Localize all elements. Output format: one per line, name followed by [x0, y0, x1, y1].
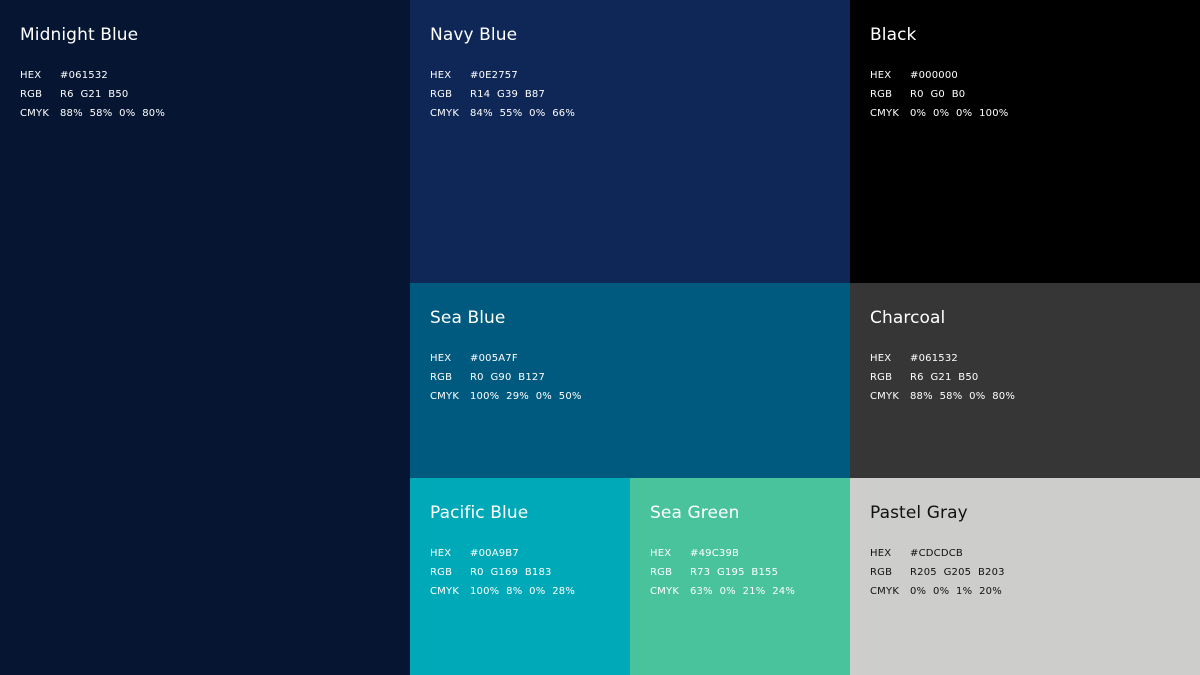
hex-value: #061532	[60, 70, 108, 81]
swatch-sea-green: Sea Green HEX #49C39B RGB R73 G195 B155 …	[630, 478, 850, 675]
rgb-value: R0 G90 B127	[470, 372, 546, 383]
cmyk-row: CMYK 88% 58% 0% 80%	[20, 104, 390, 123]
hex-label: HEX	[650, 548, 672, 559]
cmyk-row: CMYK 100% 29% 0% 50%	[430, 387, 830, 406]
cmyk-row: CMYK 63% 0% 21% 24%	[650, 582, 830, 601]
hex-label: HEX	[870, 353, 892, 364]
swatch-midnight-blue: Midnight Blue HEX #061532 RGB R6 G21 B50…	[0, 0, 410, 675]
rgb-row: RGB R73 G195 B155	[650, 563, 830, 582]
cmyk-label: CMYK	[430, 108, 460, 119]
cmyk-value: 88% 58% 0% 80%	[910, 391, 1016, 402]
hex-row: HEX #061532	[870, 349, 1180, 368]
rgb-row: RGB R205 G205 B203	[870, 563, 1180, 582]
rgb-label: RGB	[870, 372, 893, 383]
rgb-label: RGB	[870, 567, 893, 578]
rgb-row: RGB R14 G39 B87	[430, 85, 830, 104]
hex-label: HEX	[430, 70, 452, 81]
rgb-value: R0 G169 B183	[470, 567, 552, 578]
cmyk-label: CMYK	[870, 586, 900, 597]
hex-label: HEX	[20, 70, 42, 81]
hex-label: HEX	[870, 70, 892, 81]
hex-row: HEX #49C39B	[650, 544, 830, 563]
rgb-row: RGB R6 G21 B50	[870, 368, 1180, 387]
cmyk-row: CMYK 0% 0% 1% 20%	[870, 582, 1180, 601]
cmyk-row: CMYK 0% 0% 0% 100%	[870, 104, 1180, 123]
cmyk-row: CMYK 88% 58% 0% 80%	[870, 387, 1180, 406]
swatch-charcoal: Charcoal HEX #061532 RGB R6 G21 B50 CMYK…	[850, 283, 1200, 478]
hex-row: HEX #00A9B7	[430, 544, 610, 563]
cmyk-label: CMYK	[20, 108, 50, 119]
cmyk-value: 84% 55% 0% 66%	[470, 108, 576, 119]
cmyk-value: 100% 29% 0% 50%	[470, 391, 582, 402]
swatch-name: Pacific Blue	[430, 503, 529, 523]
swatch-navy-blue: Navy Blue HEX #0E2757 RGB R14 G39 B87 CM…	[410, 0, 850, 283]
hex-value: #005A7F	[470, 353, 518, 364]
swatch-name: Charcoal	[870, 308, 946, 328]
rgb-row: RGB R0 G169 B183	[430, 563, 610, 582]
swatch-name: Pastel Gray	[870, 503, 968, 523]
rgb-label: RGB	[430, 567, 453, 578]
hex-value: #0E2757	[470, 70, 518, 81]
cmyk-label: CMYK	[870, 391, 900, 402]
rgb-value: R73 G195 B155	[690, 567, 779, 578]
rgb-value: R6 G21 B50	[910, 372, 979, 383]
swatch-name: Sea Blue	[430, 308, 506, 328]
cmyk-value: 88% 58% 0% 80%	[60, 108, 166, 119]
swatch-name: Black	[870, 25, 917, 45]
rgb-row: RGB R0 G90 B127	[430, 368, 830, 387]
rgb-value: R0 G0 B0	[910, 89, 966, 100]
color-palette: Midnight Blue HEX #061532 RGB R6 G21 B50…	[0, 0, 1200, 675]
hex-label: HEX	[870, 548, 892, 559]
cmyk-label: CMYK	[430, 586, 460, 597]
rgb-value: R205 G205 B203	[910, 567, 1005, 578]
hex-row: HEX #005A7F	[430, 349, 830, 368]
hex-row: HEX #CDCDCB	[870, 544, 1180, 563]
hex-row: HEX #0E2757	[430, 66, 830, 85]
hex-value: #CDCDCB	[910, 548, 963, 559]
hex-value: #000000	[910, 70, 958, 81]
rgb-row: RGB R6 G21 B50	[20, 85, 390, 104]
cmyk-value: 0% 0% 1% 20%	[910, 586, 1002, 597]
swatch-pastel-gray: Pastel Gray HEX #CDCDCB RGB R205 G205 B2…	[850, 478, 1200, 675]
rgb-label: RGB	[870, 89, 893, 100]
cmyk-label: CMYK	[430, 391, 460, 402]
cmyk-value: 0% 0% 0% 100%	[910, 108, 1009, 119]
rgb-row: RGB R0 G0 B0	[870, 85, 1180, 104]
hex-value: #061532	[910, 353, 958, 364]
hex-row: HEX #000000	[870, 66, 1180, 85]
cmyk-value: 100% 8% 0% 28%	[470, 586, 576, 597]
swatch-pacific-blue: Pacific Blue HEX #00A9B7 RGB R0 G169 B18…	[410, 478, 630, 675]
rgb-label: RGB	[20, 89, 43, 100]
swatch-name: Midnight Blue	[20, 25, 139, 45]
rgb-label: RGB	[430, 89, 453, 100]
swatch-name: Sea Green	[650, 503, 740, 523]
rgb-label: RGB	[650, 567, 673, 578]
hex-row: HEX #061532	[20, 66, 390, 85]
swatch-black: Black HEX #000000 RGB R0 G0 B0 CMYK 0% 0…	[850, 0, 1200, 283]
cmyk-row: CMYK 84% 55% 0% 66%	[430, 104, 830, 123]
hex-value: #00A9B7	[470, 548, 519, 559]
hex-label: HEX	[430, 353, 452, 364]
rgb-value: R14 G39 B87	[470, 89, 546, 100]
hex-value: #49C39B	[690, 548, 740, 559]
cmyk-label: CMYK	[870, 108, 900, 119]
cmyk-label: CMYK	[650, 586, 680, 597]
swatch-name: Navy Blue	[430, 25, 518, 45]
cmyk-row: CMYK 100% 8% 0% 28%	[430, 582, 610, 601]
cmyk-value: 63% 0% 21% 24%	[690, 586, 796, 597]
hex-label: HEX	[430, 548, 452, 559]
rgb-value: R6 G21 B50	[60, 89, 129, 100]
rgb-label: RGB	[430, 372, 453, 383]
swatch-sea-blue: Sea Blue HEX #005A7F RGB R0 G90 B127 CMY…	[410, 283, 850, 478]
